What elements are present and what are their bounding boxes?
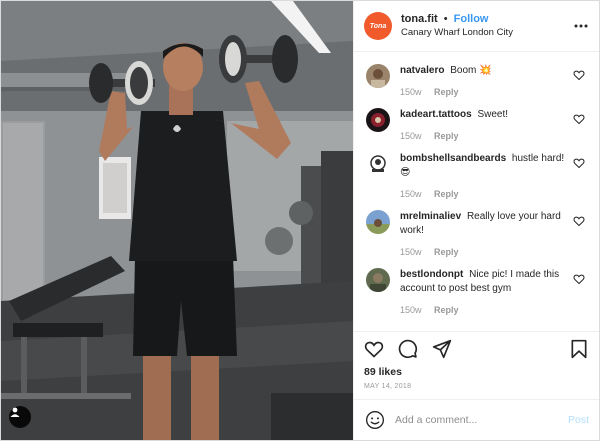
comment-body: bestlondonpt Nice pic! I made this accou… <box>400 268 568 315</box>
heart-icon[interactable] <box>573 215 585 227</box>
post-photo[interactable] <box>1 1 353 440</box>
post-side-panel: Tona tona.fit • Follow Canary Wharf Lond… <box>353 1 599 440</box>
comment-meta: 150w Reply <box>400 87 568 97</box>
more-options-icon <box>574 24 588 28</box>
share-button[interactable] <box>432 339 452 359</box>
comment-text-row: mrelminaliev Really love your hard work! <box>400 210 568 238</box>
author-row: tona.fit • Follow <box>401 12 513 26</box>
comment-meta: 150w Reply <box>400 189 568 199</box>
comment-body: bombshellsandbeards hustle hard! 😎 150w … <box>400 152 568 199</box>
comment-age[interactable]: 150w <box>400 131 422 141</box>
heart-icon <box>364 341 384 358</box>
comment-meta: 150w Reply <box>400 247 568 257</box>
avatar-image <box>366 210 390 234</box>
comment-username[interactable]: mrelminaliev <box>400 211 461 222</box>
comment-item: bestlondonpt Nice pic! I made this accou… <box>366 268 585 315</box>
post-date[interactable]: MAY 14, 2018 <box>364 383 589 390</box>
comment-text-row: natvalero Boom 💥 <box>400 64 568 78</box>
heart-icon[interactable] <box>573 69 585 81</box>
heart-icon[interactable] <box>573 113 585 125</box>
author-avatar-text: Tona <box>369 22 387 30</box>
comment-text: Boom 💥 <box>450 65 492 76</box>
action-bar <box>364 332 589 366</box>
instagram-post: Tona tona.fit • Follow Canary Wharf Lond… <box>0 0 600 441</box>
share-icon <box>432 339 452 359</box>
avatar-image <box>366 64 390 88</box>
post-location[interactable]: Canary Wharf London City <box>401 26 513 40</box>
author-info: tona.fit • Follow Canary Wharf London Ci… <box>401 12 513 40</box>
add-comment-bar: Post <box>354 399 599 440</box>
heart-icon[interactable] <box>573 157 585 169</box>
avatar-image <box>366 152 390 176</box>
comment-meta: 150w Reply <box>400 305 568 315</box>
comment-avatar[interactable] <box>366 268 390 292</box>
heart-icon[interactable] <box>573 273 585 285</box>
comment-age[interactable]: 150w <box>400 87 422 97</box>
comment-item: mrelminaliev Really love your hard work!… <box>366 210 585 257</box>
separator-dot: • <box>443 13 448 25</box>
likes-count[interactable]: 89 likes <box>364 366 589 378</box>
reply-button[interactable]: Reply <box>434 247 459 257</box>
author-avatar[interactable]: Tona <box>364 12 392 40</box>
comment-username[interactable]: kadeart.tattoos <box>400 109 472 120</box>
comment-text-row: kadeart.tattoos Sweet! <box>400 108 568 122</box>
comment-username[interactable]: bestlondonpt <box>400 269 463 280</box>
user-tag-button[interactable] <box>9 406 31 428</box>
post-comment-button[interactable]: Post <box>568 414 589 426</box>
bookmark-button[interactable] <box>569 339 589 359</box>
comments-list[interactable]: natvalero Boom 💥 150w Reply kadeart.tatt… <box>354 52 599 331</box>
author-username[interactable]: tona.fit <box>401 13 438 25</box>
comment-age[interactable]: 150w <box>400 247 422 257</box>
comment-icon <box>398 339 418 359</box>
comment-body: mrelminaliev Really love your hard work!… <box>400 210 568 257</box>
comment-body: kadeart.tattoos Sweet! 150w Reply <box>400 108 568 141</box>
avatar-image <box>366 268 390 292</box>
reply-button[interactable]: Reply <box>434 87 459 97</box>
comment-input[interactable] <box>395 414 568 426</box>
comment-avatar[interactable] <box>366 64 390 88</box>
post-header: Tona tona.fit • Follow Canary Wharf Lond… <box>354 1 599 52</box>
gym-photo-illustration <box>1 1 353 440</box>
like-button[interactable] <box>364 339 384 359</box>
comment-text: Sweet! <box>477 109 509 120</box>
comment-body: natvalero Boom 💥 150w Reply <box>400 64 568 97</box>
comment-avatar[interactable] <box>366 152 390 176</box>
comment-text-row: bestlondonpt Nice pic! I made this accou… <box>400 268 568 296</box>
comment-item: kadeart.tattoos Sweet! 150w Reply <box>366 108 585 141</box>
user-tag-icon <box>10 407 20 417</box>
reply-button[interactable]: Reply <box>434 305 459 315</box>
reply-button[interactable]: Reply <box>434 131 459 141</box>
more-options-button[interactable] <box>573 16 589 36</box>
comment-meta: 150w Reply <box>400 131 568 141</box>
comment-avatar[interactable] <box>366 210 390 234</box>
comment-age[interactable]: 150w <box>400 305 422 315</box>
comment-item: natvalero Boom 💥 150w Reply <box>366 64 585 97</box>
comment-username[interactable]: bombshellsandbeards <box>400 153 506 164</box>
emoji-icon[interactable] <box>365 410 385 430</box>
comment-button[interactable] <box>398 339 418 359</box>
avatar-image <box>366 108 390 132</box>
comment-age[interactable]: 150w <box>400 189 422 199</box>
comment-item: bombshellsandbeards hustle hard! 😎 150w … <box>366 152 585 199</box>
comment-avatar[interactable] <box>366 108 390 132</box>
follow-button[interactable]: Follow <box>454 13 489 25</box>
comment-text-row: bombshellsandbeards hustle hard! 😎 <box>400 152 568 180</box>
post-actions-area: 89 likes MAY 14, 2018 <box>354 331 599 399</box>
reply-button[interactable]: Reply <box>434 189 459 199</box>
bookmark-icon <box>571 339 587 359</box>
comment-username[interactable]: natvalero <box>400 65 444 76</box>
